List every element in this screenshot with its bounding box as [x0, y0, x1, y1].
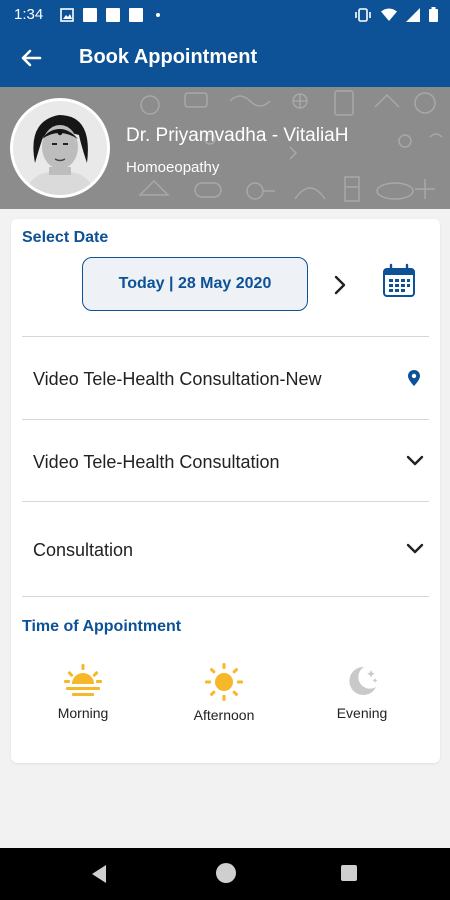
notification-square-icon [83, 8, 97, 22]
doctor-name: Dr. Priyamvadha - VitaliaH [126, 125, 349, 146]
chevron-down-icon[interactable] [406, 543, 424, 555]
calendar-button[interactable] [381, 263, 417, 299]
time-slot-morning[interactable]: Morning [28, 663, 138, 721]
signal-icon [406, 7, 420, 22]
doctor-banner: Dr. Priyamvadha - VitaliaH Homoeopathy [0, 87, 450, 209]
app-bar: Book Appointment [0, 30, 450, 87]
recents-square-icon[interactable] [341, 865, 357, 881]
divider [22, 501, 429, 502]
time-slot-label: Afternoon [193, 707, 255, 723]
vibrate-icon [355, 7, 371, 22]
divider [22, 419, 429, 420]
time-slot-evening[interactable]: Evening [307, 663, 417, 721]
consultation-type-label: Video Tele-Health Consultation [33, 452, 280, 472]
time-slot-label: Evening [336, 705, 388, 721]
consultation-type-label: Video Tele-Health Consultation-New [33, 369, 322, 389]
divider [22, 336, 429, 337]
more-notifications-dot-icon [156, 13, 160, 17]
home-circle-icon[interactable] [216, 863, 236, 883]
sunrise-icon [64, 664, 102, 696]
doctor-photo [13, 101, 107, 195]
status-time: 1:34 [14, 6, 44, 23]
calendar-icon [383, 263, 415, 297]
divider [22, 596, 429, 597]
doctor-specialty: Homoeopathy [126, 159, 220, 176]
battery-icon [429, 7, 438, 22]
system-icons [354, 7, 438, 22]
notification-square-icon [129, 8, 143, 22]
status-bar: 1:34 [0, 0, 450, 30]
booking-card: Select Date Today | 28 May 2020 Video Te… [11, 219, 440, 763]
time-of-appointment-label: Time of Appointment [22, 618, 182, 635]
doctor-avatar [10, 98, 110, 198]
back-button[interactable] [14, 43, 48, 73]
wifi-icon [381, 8, 397, 21]
chevron-right-icon [334, 275, 346, 295]
page-title: Book Appointment [79, 46, 258, 68]
back-triangle-icon[interactable] [90, 864, 108, 884]
time-slot-afternoon[interactable]: Afternoon [169, 663, 279, 723]
time-slot-label: Morning [57, 705, 109, 721]
next-date-button[interactable] [327, 271, 353, 299]
arrow-left-icon [21, 49, 42, 67]
system-navigation-bar [0, 848, 450, 900]
chevron-down-icon[interactable] [406, 455, 424, 467]
select-date-label: Select Date [22, 229, 109, 246]
moon-icon [349, 666, 378, 695]
sun-icon [205, 663, 243, 701]
image-notification-icon [60, 8, 74, 22]
notification-square-icon [106, 8, 120, 22]
location-pin-icon [408, 370, 420, 386]
consultation-type-label: Consultation [33, 540, 134, 560]
notification-icons [60, 8, 160, 22]
date-selector-button[interactable]: Today | 28 May 2020 [82, 257, 308, 311]
